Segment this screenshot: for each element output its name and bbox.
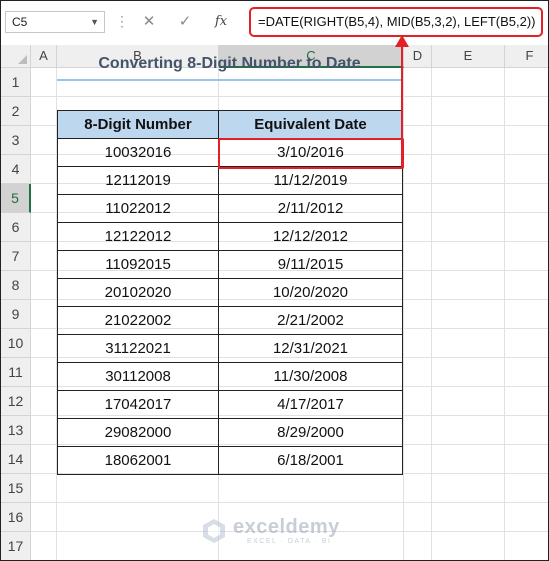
cell-equivalent-date[interactable]: 11/12/2019	[218, 166, 403, 195]
table-row: 29082000 8/29/2000	[57, 418, 403, 447]
row-header-12[interactable]: 12	[1, 387, 31, 416]
header-8-digit-number[interactable]: 8-Digit Number	[57, 110, 219, 139]
row-header-6[interactable]: 6	[1, 213, 31, 242]
cell-equivalent-date[interactable]: 8/29/2000	[218, 418, 403, 447]
cell-8-digit-number[interactable]: 12122012	[57, 222, 219, 251]
row-header-17[interactable]: 17	[1, 532, 31, 560]
row-header-13[interactable]: 13	[1, 416, 31, 445]
cell-equivalent-date[interactable]: 4/17/2017	[218, 390, 403, 419]
row-header-3[interactable]: 3	[1, 126, 31, 155]
formula-input[interactable]: =DATE(RIGHT(B5,4), MID(B5,3,2), LEFT(B5,…	[249, 7, 543, 37]
table-row: 11022012 2/11/2012	[57, 194, 403, 223]
row-header-1[interactable]: 1	[1, 68, 31, 97]
column-header-a[interactable]: A	[31, 45, 57, 68]
cell-equivalent-date[interactable]: 12/12/2012	[218, 222, 403, 251]
cell-equivalent-date[interactable]: 10/20/2020	[218, 278, 403, 307]
gridline-column	[431, 68, 432, 560]
row-header-7[interactable]: 7	[1, 242, 31, 271]
callout-arrow-line	[401, 43, 403, 168]
table-row: 30112008 11/30/2008	[57, 362, 403, 391]
cell-8-digit-number[interactable]: 12112019	[57, 166, 219, 195]
excel-window: C5 ▼ ⋮ ✕ ✓ fx =DATE(RIGHT(B5,4), MID(B5,…	[0, 0, 549, 561]
column-header-d[interactable]: D	[404, 45, 432, 68]
table-row: 12112019 11/12/2019	[57, 166, 403, 195]
exceldemy-watermark: exceldemy EXCEL · DATA · BI	[201, 516, 361, 552]
row-header-14[interactable]: 14	[1, 445, 31, 474]
header-equivalent-date[interactable]: Equivalent Date	[218, 110, 403, 139]
chevron-down-icon[interactable]: ▼	[90, 12, 99, 32]
formula-buttons: ✕ ✓ fx	[135, 10, 243, 34]
table-row: 12122012 12/12/2012	[57, 222, 403, 251]
cell-8-digit-number[interactable]: 18062001	[57, 446, 219, 475]
watermark-name: exceldemy	[233, 516, 340, 538]
row-header-4[interactable]: 4	[1, 155, 31, 184]
row-header-16[interactable]: 16	[1, 503, 31, 532]
cell-8-digit-number[interactable]: 11092015	[57, 250, 219, 279]
table-header-row: 8-Digit Number Equivalent Date	[57, 110, 403, 139]
cell-8-digit-number[interactable]: 31122021	[57, 334, 219, 363]
table-row: 20102020 10/20/2020	[57, 278, 403, 307]
exceldemy-logo-icon	[203, 519, 225, 543]
cell-8-digit-number[interactable]: 30112008	[57, 362, 219, 391]
row-header-11[interactable]: 11	[1, 358, 31, 387]
select-all-corner[interactable]	[1, 45, 31, 68]
insert-function-icon[interactable]: fx	[207, 10, 235, 34]
callout-arrow-head	[395, 35, 409, 47]
cell-8-digit-number[interactable]: 20102020	[57, 278, 219, 307]
watermark-tagline: EXCEL · DATA · BI	[247, 538, 332, 545]
name-box[interactable]: C5 ▼	[5, 11, 105, 33]
table-row: 11092015 9/11/2015	[57, 250, 403, 279]
cell-8-digit-number[interactable]: 29082000	[57, 418, 219, 447]
more-options-icon[interactable]: ⋮	[115, 13, 129, 29]
row-header-15[interactable]: 15	[1, 474, 31, 503]
cell-8-digit-number[interactable]: 21022002	[57, 306, 219, 335]
cell-equivalent-date[interactable]: 12/31/2021	[218, 334, 403, 363]
column-header-e[interactable]: E	[432, 45, 505, 68]
table-row: 17042017 4/17/2017	[57, 390, 403, 419]
enter-icon[interactable]: ✓	[171, 10, 199, 34]
gridline-row	[31, 96, 548, 97]
table-row: 31122021 12/31/2021	[57, 334, 403, 363]
column-header-f[interactable]: F	[505, 45, 548, 68]
cell-equivalent-date[interactable]: 6/18/2001	[218, 446, 403, 475]
selected-cell-highlight	[218, 138, 404, 169]
table-row: 18062001 6/18/2001	[57, 446, 403, 475]
gridline-column	[504, 68, 505, 560]
cell-equivalent-date[interactable]: 2/11/2012	[218, 194, 403, 223]
title-underline	[57, 79, 402, 81]
sheet-title: Converting 8-Digit Number to Date	[98, 55, 361, 72]
cancel-icon[interactable]: ✕	[135, 10, 163, 34]
name-box-value: C5	[12, 15, 28, 29]
gridline-row	[31, 502, 548, 503]
cell-equivalent-date[interactable]: 2/21/2002	[218, 306, 403, 335]
cell-8-digit-number[interactable]: 17042017	[57, 390, 219, 419]
cell-equivalent-date[interactable]: 9/11/2015	[218, 250, 403, 279]
table-row: 21022002 2/21/2002	[57, 306, 403, 335]
row-header-10[interactable]: 10	[1, 329, 31, 358]
cell-8-digit-number[interactable]: 10032016	[57, 138, 219, 167]
row-header-2[interactable]: 2	[1, 97, 31, 126]
row-header-5[interactable]: 5	[1, 184, 31, 213]
row-header-9[interactable]: 9	[1, 300, 31, 329]
formula-bar: C5 ▼ ⋮ ✕ ✓ fx =DATE(RIGHT(B5,4), MID(B5,…	[1, 1, 548, 46]
cell-equivalent-date[interactable]: 11/30/2008	[218, 362, 403, 391]
cell-8-digit-number[interactable]: 11022012	[57, 194, 219, 223]
row-header-8[interactable]: 8	[1, 271, 31, 300]
